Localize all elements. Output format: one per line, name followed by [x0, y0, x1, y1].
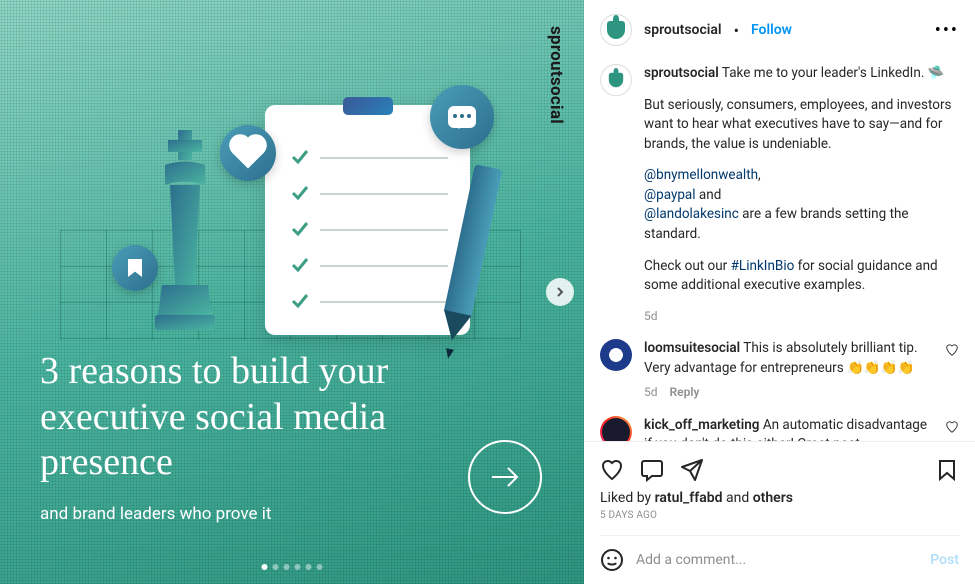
commenter-username[interactable]: kick_off_marketing	[644, 417, 759, 433]
chat-bubble-icon	[430, 85, 494, 149]
post-header: sproutsocial • Follow •••	[584, 0, 975, 60]
likes-summary[interactable]: Liked by ratul_ffabd and others	[600, 488, 959, 508]
bookmark-bubble-icon	[112, 245, 158, 291]
brand-watermark: sproutsocial	[546, 26, 566, 124]
emoji-picker-button[interactable]	[600, 548, 624, 572]
comment-button[interactable]	[640, 458, 664, 482]
carousel-pager	[262, 564, 323, 570]
save-button[interactable]	[935, 458, 959, 482]
slide-arrow-cta[interactable]	[468, 440, 542, 514]
caption-avatar[interactable]	[600, 64, 632, 96]
post-image-carousel[interactable]: sproutsocial 3 reasons	[0, 0, 584, 584]
heart-bubble-icon	[220, 125, 276, 181]
hashtag-link[interactable]: #LinkInBio	[731, 258, 795, 274]
chess-king-icon	[150, 130, 220, 330]
separator: •	[734, 21, 739, 40]
add-comment-row: Post	[600, 535, 959, 584]
more-options-button[interactable]: •••	[935, 20, 959, 41]
author-avatar[interactable]	[600, 14, 632, 46]
mention-link[interactable]: @paypal	[644, 187, 696, 203]
commenter-avatar[interactable]	[600, 416, 632, 441]
reply-button[interactable]: Reply	[670, 385, 700, 399]
author-username[interactable]: sproutsocial	[644, 22, 722, 38]
like-comment-button[interactable]	[945, 420, 959, 434]
slide-headline: 3 reasons to build your executive social…	[40, 349, 464, 486]
post-comment-button[interactable]: Post	[930, 552, 959, 568]
carousel-next-button[interactable]	[546, 278, 574, 306]
hero-illustration	[60, 55, 530, 345]
caption: sproutsocial Take me to your leader's Li…	[600, 64, 959, 325]
like-comment-button[interactable]	[945, 343, 959, 357]
caption-text: sproutsocial Take me to your leader's Li…	[644, 64, 959, 325]
mention-link[interactable]: @landolakesinc	[644, 206, 739, 222]
slide-subhead: and brand leaders who prove it	[40, 504, 464, 524]
follow-button[interactable]: Follow	[751, 22, 792, 38]
comment: kick_off_marketing An automatic disadvan…	[600, 416, 959, 441]
chevron-right-icon	[554, 286, 566, 298]
comment-input[interactable]	[636, 552, 918, 568]
caption-username[interactable]: sproutsocial	[644, 65, 719, 81]
commenter-username[interactable]: loomsuitesocial	[644, 340, 740, 356]
caption-time: 5d	[644, 308, 959, 325]
like-button[interactable]	[600, 458, 624, 482]
share-button[interactable]	[680, 458, 704, 482]
comments-scroll[interactable]: sproutsocial Take me to your leader's Li…	[584, 60, 975, 441]
mention-link[interactable]: @bnymellonwealth	[644, 167, 758, 183]
commenter-avatar[interactable]	[600, 339, 632, 371]
action-bar	[600, 452, 959, 488]
post-footer: Liked by ratul_ffabd and others 5 days a…	[584, 441, 975, 584]
post-sidebar: sproutsocial • Follow ••• sproutsocial T…	[584, 0, 975, 584]
post-timestamp: 5 days ago	[600, 508, 959, 531]
arrow-right-icon	[488, 460, 522, 494]
comment: loomsuitesocial This is absolutely brill…	[600, 339, 959, 402]
slide-text: 3 reasons to build your executive social…	[40, 349, 464, 524]
